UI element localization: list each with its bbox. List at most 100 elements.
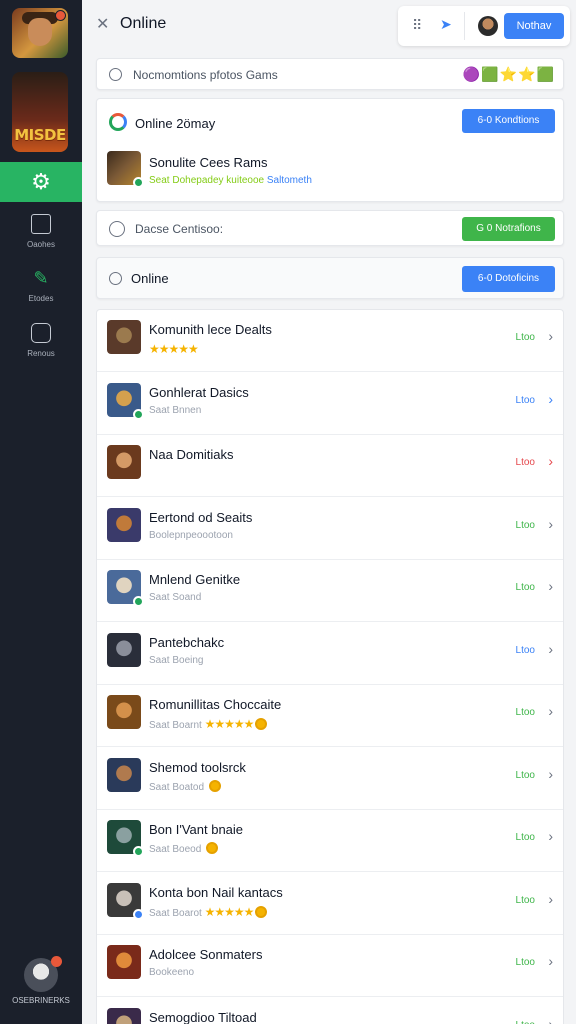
game-subtitle: Saat Boatod [149,779,221,793]
online-dot [133,177,144,188]
chevron-right-icon[interactable]: › [548,578,553,594]
sidebar-item-oaohes[interactable]: Oaohes [0,214,82,249]
game-name: Mnlend Genitke [149,572,241,587]
game-subtitle-text: Boolepnpeoootoon [149,529,233,541]
list-item[interactable]: Bon I'Vant bnaie Saat Boeod Ltoo › [97,810,563,872]
list-item[interactable]: Pantebchakc Saat Boeing Ltoo › [97,623,563,685]
avatar[interactable] [478,16,498,36]
game-thumbnail [107,507,141,542]
status-badge: Ltoo [515,832,535,843]
game-logo-icon[interactable]: MISDE [12,72,68,152]
status-badge: Ltoo [515,394,535,406]
status-dot [133,908,144,920]
filter-input[interactable]: Dacse Centisoo: [135,222,223,236]
status-badge: Ltoo [515,582,535,593]
send-icon[interactable]: ➤ [440,16,452,33]
game-subtitle: Boolepnpeoootoon [149,530,233,541]
list-item[interactable]: Konta bon Nail kantacs Saat Boarot ★★★★★ L… [97,873,563,935]
list-item[interactable]: Romunillitas Choccaite Saat Boarnt ★★★★★ L… [97,685,563,747]
search-input[interactable]: Nocmomtions pfotos Gams [133,68,278,82]
chevron-right-icon[interactable]: › [548,641,553,657]
game-subtitle-a: Seat Dohepadey kuiteooe [149,175,265,186]
list-item[interactable]: Shemod toolsrck Saat Boatod Ltoo › [97,748,563,810]
pencil-icon: ✎ [33,268,49,288]
game-thumbnail [107,320,141,354]
filter-card[interactable]: Dacse Centisoo: G 0 Notrafions [96,210,564,246]
status-badge: Ltoo [515,707,535,718]
chevron-right-icon[interactable]: › [548,328,553,344]
chevron-right-icon[interactable]: › [548,1016,553,1024]
search-bar[interactable]: Nocmomtions pfotos Gams 🟣🟩⭐⭐🟩 [96,58,564,90]
gear-icon: ⚙ [31,169,51,194]
grid-icon[interactable]: ⠿ [412,17,422,34]
shield-icon [31,323,51,343]
list-item[interactable]: Mnlend Genitke Saat Soand Ltoo › [97,560,563,622]
chevron-right-icon[interactable]: › [548,391,553,407]
status-dot [133,408,144,420]
status-dot [133,846,144,857]
game-subtitle-text: Saat Soand [149,592,202,603]
game-subtitle-text: Saat Boeod [149,844,205,855]
game-name: Pantebchakc [149,634,225,650]
game-subtitle: Seat Dohepadey kuiteooe Saltometh [149,175,312,186]
rating-stars: ★★★★★ [149,342,199,356]
notifications-button[interactable]: G 0 Notrafions [462,217,555,241]
game-subtitle-text: Saat Boatod [149,781,207,793]
game-thumbnail [107,382,144,420]
game-name: Bon I'Vant bnaie [149,822,244,837]
status-badge: Ltoo [515,957,535,968]
game-list: Komunith lece Dealts ★★★★★ Ltoo › Gonhlerat … [96,309,564,1024]
settings-nav-button[interactable]: ⚙ [0,162,82,202]
status-badge: Ltoo [516,1020,535,1024]
game-subtitle: Saat Boarnt ★★★★★ [149,717,268,731]
game-thumbnail [107,945,141,979]
game-name: Shemod toolsrck [149,759,246,775]
game-thumbnail [107,757,141,792]
game-subtitle: Saat Boeing [149,655,204,666]
coin-icon [206,842,219,854]
game-thumbnail [107,632,141,667]
game-app-icon[interactable] [12,8,68,58]
chevron-right-icon[interactable]: › [548,891,553,907]
game-subtitle-text: Saat Bnnen [149,404,202,416]
list-item[interactable]: Adolcee Sonmaters Bookeeno Ltoo › [97,935,563,997]
game-thumbnail [107,445,141,479]
game-thumbnail[interactable] [107,151,144,188]
chevron-right-icon[interactable]: › [548,828,553,844]
chevron-right-icon[interactable]: › [548,953,553,969]
chevron-right-icon[interactable]: › [548,453,553,469]
list-item[interactable]: Eertond od Seaits Boolepnpeoootoon Ltoo › [97,498,563,560]
list-item[interactable]: Semogdioo TiltoadSaat Ltoo› [97,998,563,1024]
list-item[interactable]: Naa Domitiaks Ltoo › [97,435,563,497]
notify-button[interactable]: Nothav [504,13,564,39]
header: ✕ Online ⠿ ➤ Nothav [82,0,576,50]
online-search[interactable]: Online 6-0 Dotoficins [96,257,564,299]
logo-text: MISDE [14,126,66,144]
game-subtitle-text: Saat Boeing [149,654,204,666]
chevron-right-icon[interactable]: › [548,516,553,532]
game-name: Romunillitas Choccaite [149,697,282,712]
coin-icon [208,779,221,792]
divider [464,12,465,40]
game-subtitle: ★★★★★ [149,342,199,356]
character-face-icon [28,18,52,46]
status-badge: Ltoo [515,644,535,656]
game-name: Eertond od Seaits [149,509,253,525]
chevron-right-icon[interactable]: › [548,703,553,719]
definitions-button[interactable]: 6-0 Dotoficins [462,266,555,292]
game-subtitle-text: Saat Boarnt [149,720,205,731]
user-profile[interactable]: OSEBRINERKS [0,956,82,1005]
conditions-button[interactable]: 6-0 Kondtions [462,109,555,133]
game-name: Semogdioo Tiltoad [149,1009,257,1024]
game-name: Komunith lece Dealts [149,322,272,337]
game-subtitle: Saat Boeod [149,842,219,855]
game-name: Naa Domitiaks [149,447,234,462]
sidebar-item-renous[interactable]: Renous [0,323,82,358]
list-item[interactable]: Gonhlerat Dasics Saat Bnnen Ltoo › [97,373,563,435]
game-name[interactable]: Sonulite Cees Rams [149,155,268,170]
chevron-right-icon[interactable]: › [548,766,553,782]
list-item[interactable]: Komunith lece Dealts ★★★★★ Ltoo › [97,310,563,372]
game-subtitle-text: Bookeeno [149,967,195,978]
sidebar-item-etodes[interactable]: ✎ Etodes [0,268,82,303]
close-icon[interactable]: ✕ [96,14,109,34]
